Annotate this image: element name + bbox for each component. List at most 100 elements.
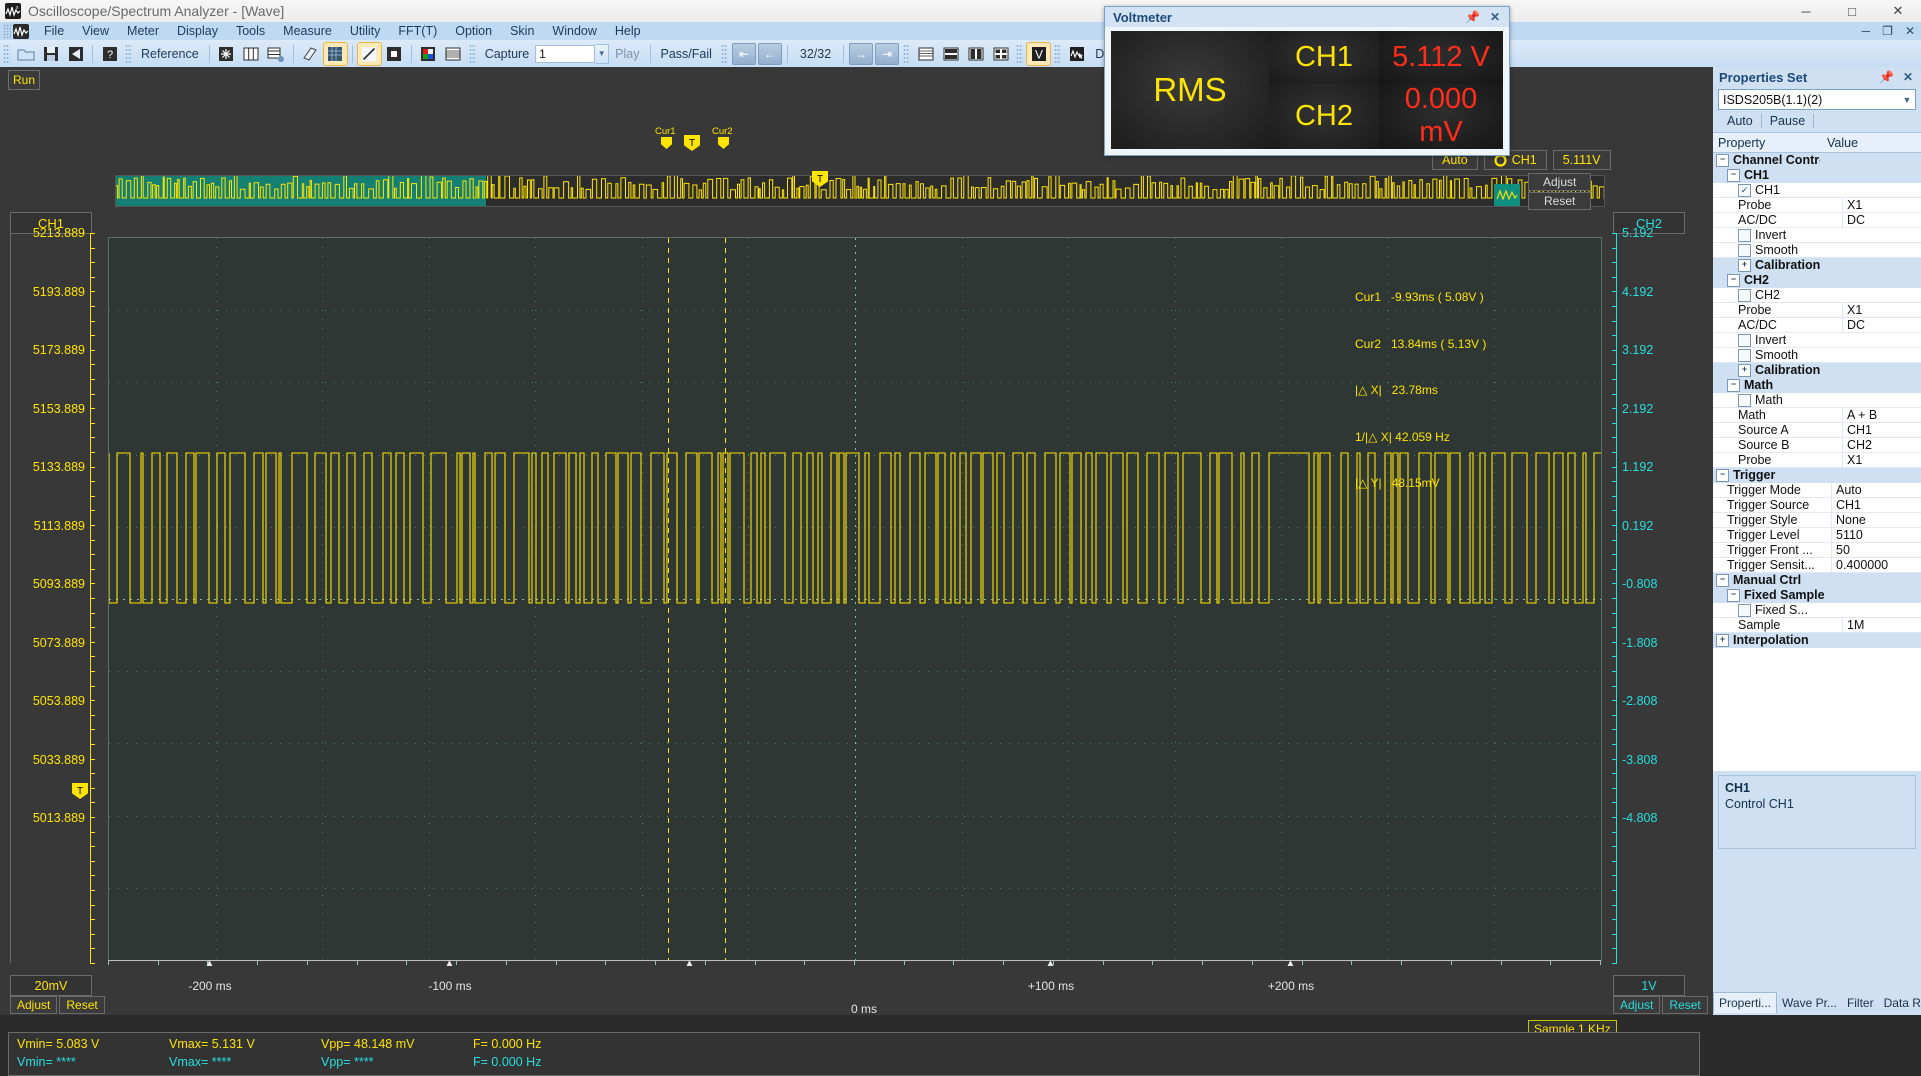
tab-properties[interactable]: Properti... xyxy=(1713,992,1778,1013)
capture-combo[interactable]: 1 ▼ xyxy=(535,43,610,64)
next-page-icon[interactable]: → xyxy=(849,42,874,65)
folder-icon[interactable] xyxy=(14,43,37,65)
property-row[interactable]: − CH1 xyxy=(1713,168,1921,183)
property-row[interactable]: + Calibration xyxy=(1713,363,1921,378)
property-row[interactable]: Smooth xyxy=(1713,348,1921,363)
properties-grid[interactable]: −Channel Control−CH1✓CH1ProbeX1AC/DCDCIn… xyxy=(1713,153,1921,771)
x-axis-marker[interactable]: ▲ xyxy=(1286,958,1296,969)
property-row[interactable]: Trigger Front ... 50 xyxy=(1713,543,1921,558)
last-page-icon[interactable]: ⇥ xyxy=(875,42,900,65)
toolbar-grip-6[interactable] xyxy=(1016,43,1024,64)
menu-item-help[interactable]: Help xyxy=(606,23,650,39)
x-axis-marker[interactable]: ▲ xyxy=(445,958,455,969)
property-value[interactable]: 5110 xyxy=(1831,528,1921,542)
checkbox[interactable] xyxy=(1738,228,1751,242)
device-select[interactable]: ISDS205B(1.1)(2) ▼ xyxy=(1718,89,1916,110)
property-value[interactable]: CH2 xyxy=(1842,438,1921,452)
collapse-icon[interactable]: − xyxy=(1716,153,1729,167)
property-value[interactable]: X1 xyxy=(1842,198,1921,212)
grid-display-icon[interactable] xyxy=(322,41,348,66)
menu-item-window[interactable]: Window xyxy=(543,23,605,39)
menu-app-icon[interactable] xyxy=(13,23,29,39)
x-axis-marker[interactable]: ▲ xyxy=(205,958,215,969)
reference-button[interactable]: Reference xyxy=(135,47,205,61)
property-row[interactable]: − CH2 xyxy=(1713,273,1921,288)
ch2-reset-button[interactable]: Reset xyxy=(1662,996,1708,1014)
property-value[interactable]: CH1 xyxy=(1831,498,1921,512)
x-axis-marker[interactable]: ▲ xyxy=(1046,958,1056,969)
property-row[interactable]: Invert xyxy=(1713,333,1921,348)
table-icon[interactable] xyxy=(265,43,288,65)
plot-trigger-marker[interactable]: T xyxy=(684,135,700,151)
overview-strip[interactable] xyxy=(115,175,1605,207)
property-value[interactable]: X1 xyxy=(1842,453,1921,467)
property-row[interactable]: − Trigger xyxy=(1713,468,1921,483)
toolbar-grip-2[interactable] xyxy=(125,43,132,64)
property-row[interactable]: Probe X1 xyxy=(1713,453,1921,468)
line-style-icon[interactable] xyxy=(356,41,382,66)
property-value[interactable]: None xyxy=(1831,513,1921,527)
property-row[interactable]: Trigger Mode Auto xyxy=(1713,483,1921,498)
collapse-icon[interactable]: − xyxy=(1727,588,1740,602)
property-row[interactable]: Fixed S... xyxy=(1713,603,1921,618)
checkbox[interactable] xyxy=(1738,288,1751,302)
expand-icon[interactable]: + xyxy=(1738,258,1751,272)
expand-icon[interactable]: + xyxy=(1716,633,1729,647)
toolbar-grip-7[interactable] xyxy=(1054,43,1062,64)
property-row[interactable]: Smooth xyxy=(1713,243,1921,258)
menu-item-display[interactable]: Display xyxy=(168,23,227,39)
print-icon[interactable] xyxy=(442,43,465,65)
collapse-icon[interactable]: − xyxy=(1727,273,1740,287)
property-row[interactable]: Math A + B xyxy=(1713,408,1921,423)
back-arrow-icon[interactable] xyxy=(64,43,87,65)
x-axis-marker[interactable]: ▲ xyxy=(685,958,695,969)
ch1-volts-per-div[interactable]: 20mV xyxy=(10,975,92,996)
toolbar-grip-1[interactable] xyxy=(3,43,10,64)
chevron-down-icon[interactable]: ▼ xyxy=(1899,95,1915,105)
menu-item-tools[interactable]: Tools xyxy=(227,23,274,39)
collapse-icon[interactable]: − xyxy=(1727,378,1740,392)
dds-icon[interactable] xyxy=(1065,43,1088,65)
ch1-reset-button[interactable]: Reset xyxy=(59,996,105,1014)
property-value[interactable]: 50 xyxy=(1831,543,1921,557)
property-value[interactable]: 0.400000 xyxy=(1831,558,1921,572)
trigger-level-value[interactable]: 5.111V xyxy=(1552,150,1611,170)
close-button[interactable]: ✕ xyxy=(1875,0,1921,22)
property-row[interactable]: ✓ CH1 xyxy=(1713,183,1921,198)
ch2-adjust-button[interactable]: Adjust xyxy=(1613,996,1661,1014)
columns-icon[interactable] xyxy=(240,43,263,65)
chevron-down-icon[interactable]: ▼ xyxy=(595,43,610,64)
voltmeter-title-bar[interactable]: Voltmeter 📌 ✕ xyxy=(1105,7,1509,27)
layout-rows-icon[interactable] xyxy=(939,43,962,65)
collapse-icon[interactable]: − xyxy=(1716,573,1729,587)
property-row[interactable]: Source A CH1 xyxy=(1713,423,1921,438)
checkbox[interactable]: ✓ xyxy=(1738,183,1751,197)
property-row[interactable]: Probe X1 xyxy=(1713,303,1921,318)
minimize-button[interactable]: ─ xyxy=(1783,0,1829,22)
property-row[interactable]: Math xyxy=(1713,393,1921,408)
global-adjust-button[interactable]: Adjust xyxy=(1528,173,1592,191)
checkbox[interactable] xyxy=(1738,243,1751,257)
menu-item-meter[interactable]: Meter xyxy=(118,23,168,39)
cursor-2-handle[interactable] xyxy=(718,137,729,149)
property-value[interactable]: CH1 xyxy=(1842,423,1921,437)
color-palette-icon[interactable] xyxy=(417,43,440,65)
menu-item-measure[interactable]: Measure xyxy=(274,23,341,39)
pin-icon[interactable]: 📌 xyxy=(1879,70,1894,84)
close-icon[interactable]: ✕ xyxy=(1490,10,1500,24)
property-row[interactable]: −Channel Control xyxy=(1713,153,1921,168)
property-row[interactable]: Source B CH2 xyxy=(1713,438,1921,453)
menu-item-skin[interactable]: Skin xyxy=(501,23,543,39)
layout-columns-icon[interactable] xyxy=(964,43,987,65)
checkbox[interactable] xyxy=(1738,348,1751,362)
property-row[interactable]: Trigger Level 5110 xyxy=(1713,528,1921,543)
property-row[interactable]: − Math xyxy=(1713,378,1921,393)
mdi-minimize-button[interactable]: ─ xyxy=(1862,24,1871,38)
maximize-button[interactable]: □ xyxy=(1829,0,1875,22)
pass-fail-button[interactable]: Pass/Fail xyxy=(655,47,718,61)
ch2-waveform-thumb[interactable] xyxy=(1494,184,1520,206)
property-row[interactable]: CH2 xyxy=(1713,288,1921,303)
properties-title-bar[interactable]: Properties Set 📌 ✕ xyxy=(1713,67,1921,87)
tab-data-record[interactable]: Data Re... xyxy=(1879,993,1921,1013)
run-button[interactable]: Run xyxy=(8,70,40,90)
